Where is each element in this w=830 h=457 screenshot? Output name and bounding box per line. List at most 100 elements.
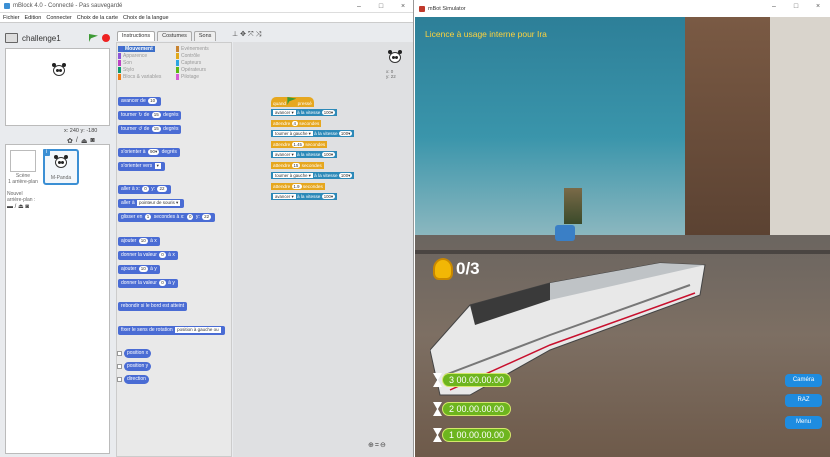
hourglass-icon [433,428,442,442]
palette-block[interactable]: aller à pointeur de souris ▾ [118,199,185,208]
green-flag-icon[interactable] [89,34,98,42]
block-pre: donner la valeur [121,252,157,258]
fullscreen-icon[interactable] [5,33,18,43]
project-name: challenge1 [22,33,61,43]
sprite-info-badge[interactable]: i [43,149,50,156]
palette-block[interactable]: glisser en 1 secondes à x: 0 y: 22 [118,213,216,222]
edit-tools: ⊥✥⤧⤨ [232,30,263,39]
palette-block[interactable]: position y [124,362,152,371]
category-6[interactable]: Contrôle [176,53,200,59]
reporter-checkbox[interactable] [117,377,122,382]
block-v: 15 [151,112,161,118]
stop-icon[interactable] [102,34,110,42]
block-pre: à la vitesse [314,131,338,136]
block-dropdown: avancer ▾ [273,110,296,115]
maximize-button[interactable]: □ [785,0,807,13]
stage-thumbnail[interactable]: Scène 1 arrière-plan Nouvel arrière-plan… [7,150,39,210]
duplicate-icon[interactable]: ⊥ [232,31,240,38]
category-5[interactable]: Evènements [176,46,209,52]
block-pre: attendre [273,121,291,126]
block-pre: attendre [273,142,291,147]
backdrop-tools[interactable]: ▬ / ⏏ ◙ [7,203,39,210]
category-9[interactable]: Pilotage [176,74,199,80]
tab-instructions[interactable]: Instructions [117,31,156,41]
palette-block[interactable]: ajouter 10 à x [118,237,160,246]
category-label: Pilotage [181,74,200,80]
palette-block[interactable]: ajouter 10 à y [118,265,160,274]
category-7[interactable]: Capteurs [176,60,201,66]
mblock-app-icon [4,3,10,9]
script-block[interactable]: avancer ▾ à la vitesse 100▾ [271,151,338,158]
palette-block[interactable]: position x [124,349,152,358]
palette-block[interactable]: s'orienter à 90▾ degrés [118,148,180,157]
block-v: 100▾ [338,131,353,136]
script-block[interactable]: attendre 1.9 secondes [271,183,325,190]
white-wall [770,17,830,237]
mblock-title: mBlock 4.0 - Connecté - Pas sauvegardé [13,3,123,9]
shrink-icon[interactable]: ⤨ [256,31,264,38]
script-block[interactable]: attendre 1.45 secondes [271,141,328,148]
block-pre: tourner ↻ de [121,112,150,118]
category-label: Evènements [181,46,209,52]
category-2[interactable]: Son [118,60,132,66]
palette-block[interactable]: donner la valeur 0 à y [118,279,178,288]
zoom-in-icon[interactable]: ⊕ [368,442,375,449]
maximize-button[interactable]: □ [370,0,392,13]
block-v2: 0 [186,214,194,220]
menu-fichier[interactable]: Fichier [3,15,20,21]
script-block[interactable]: tourner à gauche ▾ à la vitesse 100▾ [271,172,355,179]
script-block[interactable]: attendre 4 secondes [271,120,322,127]
menu-carte[interactable]: Choix de la carte [77,15,118,21]
menu-langue[interactable]: Choix de la langue [123,15,169,21]
reporter-checkbox[interactable] [117,351,122,356]
minimize-button[interactable]: – [348,0,370,13]
camera-button[interactable]: Caméra [785,374,822,387]
script-block[interactable]: avancer ▾ à la vitesse 100▾ [271,109,338,116]
palette-block[interactable]: aller à x: 0 y: 22 [118,185,171,194]
palette-block[interactable]: avancer de 10 [118,97,162,106]
menu-edition[interactable]: Edition [25,15,42,21]
hourglass-icon [433,373,442,387]
block-v2: 22 [157,186,167,192]
block-post: à y [150,266,157,272]
block-dd: position à gauche ou [175,327,221,333]
when-flag-hat-block[interactable]: quand pressé [271,97,314,107]
category-1[interactable]: Apparence [118,53,147,59]
sprite-thumbnail[interactable]: i M-Panda [43,149,79,185]
palette-block[interactable]: s'orienter vers ▾ [118,162,165,171]
palette-block[interactable]: rebondir si le bord est atteint [118,302,188,311]
cut-icon[interactable]: ✥ [240,31,248,38]
block-v: 100▾ [321,152,336,157]
menu-connecter[interactable]: Connecter [46,15,71,21]
close-button[interactable]: × [392,0,413,13]
menu-bar: Fichier Edition Connecter Choix de la ca… [0,13,413,23]
palette-block[interactable]: donner la valeur 0 à x [118,251,178,260]
category-0[interactable]: Mouvement [118,46,155,52]
close-button[interactable]: × [807,0,829,13]
script-block[interactable]: tourner à gauche ▾ à la vitesse 100▾ [271,130,355,137]
reporter-checkbox[interactable] [117,364,122,369]
category-8[interactable]: Opérateurs [176,67,206,73]
tab-costumes[interactable]: Costumes [157,31,192,41]
panda-sprite[interactable] [52,63,66,79]
menu-button[interactable]: Menu [785,416,822,429]
script-area[interactable]: x: 0 y: 22 [233,42,413,457]
script-block[interactable]: attendre 15 secondes [271,162,324,169]
reset-button[interactable]: RAZ [785,394,822,407]
block-v: 15 [151,126,161,132]
block-post: secondes [302,184,323,189]
palette-block[interactable]: direction [124,375,149,384]
grow-icon[interactable]: ⤧ [248,31,256,38]
tab-sons[interactable]: Sons [193,31,217,41]
category-4[interactable]: Blocs & variables [118,74,161,80]
palette-block[interactable]: tourner ↻ de 15 degrés [118,111,182,120]
stage-canvas[interactable] [5,48,110,126]
category-3[interactable]: Stylo [118,67,134,73]
minimize-button[interactable]: – [763,0,785,13]
palette-block[interactable]: fixer le sens de rotation position à gau… [118,326,225,335]
block-pre: à la vitesse [314,173,338,178]
palette-block[interactable]: tourner ↺ de 15 degrés [118,125,182,134]
zoom-out-icon[interactable]: ⊖ [380,442,387,449]
script-block[interactable]: avancer ▾ à la vitesse 100▾ [271,193,338,200]
block-dropdown: avancer ▾ [273,194,296,199]
